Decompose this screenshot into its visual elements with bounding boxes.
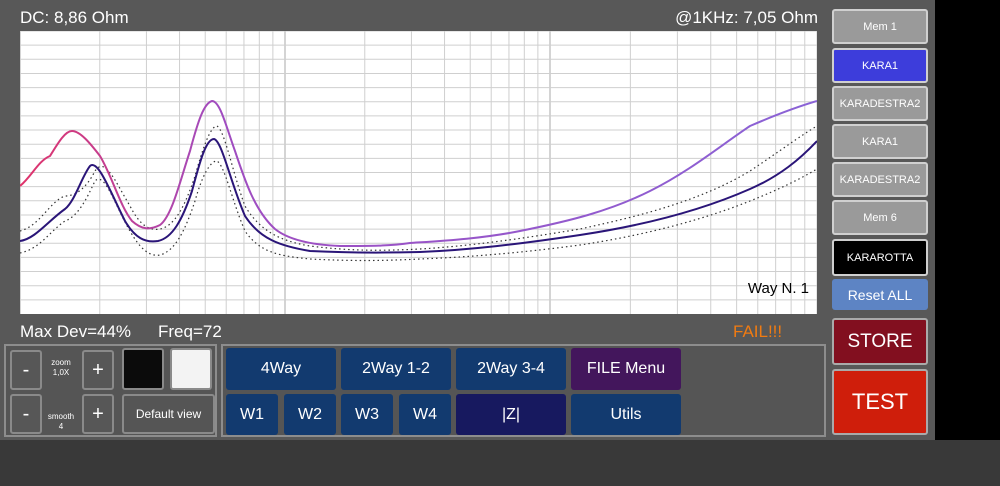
app-window: DC: 8,86 Ohm @1KHz: 7,05 Ohm Way N. 1 Ma… <box>0 0 935 440</box>
reference-curve <box>20 137 817 254</box>
w1-button[interactable]: W1 <box>226 394 278 435</box>
w2-button[interactable]: W2 <box>284 394 336 435</box>
2way-3-4-button[interactable]: 2Way 3-4 <box>456 348 566 390</box>
default-view-button[interactable]: Default view <box>122 394 215 434</box>
utils-button[interactable]: Utils <box>571 394 681 435</box>
test-button[interactable]: TEST <box>832 369 928 435</box>
w3-button[interactable]: W3 <box>341 394 393 435</box>
memory-slot-6[interactable]: Mem 6 <box>832 200 928 235</box>
impedance-z-button[interactable]: |Z| <box>456 394 566 435</box>
smooth-label: smooth 4 <box>47 412 75 431</box>
plot-grid <box>20 31 817 314</box>
impedance-plot[interactable]: Way N. 1 <box>20 31 817 314</box>
white-background-swatch[interactable] <box>170 348 212 390</box>
dc-resistance-label: DC: 8,86 Ohm <box>20 8 129 27</box>
frequency-label: Freq=72 <box>158 322 222 341</box>
file-menu-button[interactable]: FILE Menu <box>571 348 681 390</box>
way-number-label: Way N. 1 <box>747 280 809 297</box>
memory-slot-4[interactable]: KARA1 <box>832 124 928 159</box>
right-black-strip <box>935 0 1000 440</box>
w4-button[interactable]: W4 <box>399 394 451 435</box>
memory-slot-7[interactable]: KARAROTTA <box>832 239 928 276</box>
zoom-minus-button[interactable]: - <box>10 350 42 390</box>
memory-slot-5[interactable]: KARADESTRA2 <box>832 162 928 197</box>
memory-slot-1[interactable]: Mem 1 <box>832 9 928 44</box>
measured-curve <box>20 99 817 248</box>
2way-1-2-button[interactable]: 2Way 1-2 <box>341 348 451 390</box>
plot-svg <box>20 31 817 314</box>
black-background-swatch[interactable] <box>122 348 164 390</box>
fail-status: FAIL!!! <box>733 322 783 341</box>
zoom-plus-button[interactable]: + <box>82 350 114 390</box>
way-selection-panel: 4Way 2Way 1-2 2Way 3-4 FILE Menu W1 W2 W… <box>221 344 826 437</box>
4way-button[interactable]: 4Way <box>226 348 336 390</box>
reset-all-button[interactable]: Reset ALL <box>832 279 928 310</box>
tolerance-lower-curve <box>20 160 817 262</box>
impedance-1khz-label: @1KHz: 7,05 Ohm <box>675 8 818 27</box>
memory-slot-2[interactable]: KARA1 <box>832 48 928 83</box>
max-deviation-label: Max Dev=44% <box>20 322 132 341</box>
memory-slot-3[interactable]: KARADESTRA2 <box>832 86 928 121</box>
smooth-plus-button[interactable]: + <box>82 394 114 434</box>
bottom-system-bar <box>0 440 1000 486</box>
zoom-label: zoom 1,0X <box>51 358 71 377</box>
smooth-minus-button[interactable]: - <box>10 394 42 434</box>
view-controls-panel: - zoom 1,0X + - smooth 4 + Default view <box>4 344 217 437</box>
store-button[interactable]: STORE <box>832 318 928 365</box>
